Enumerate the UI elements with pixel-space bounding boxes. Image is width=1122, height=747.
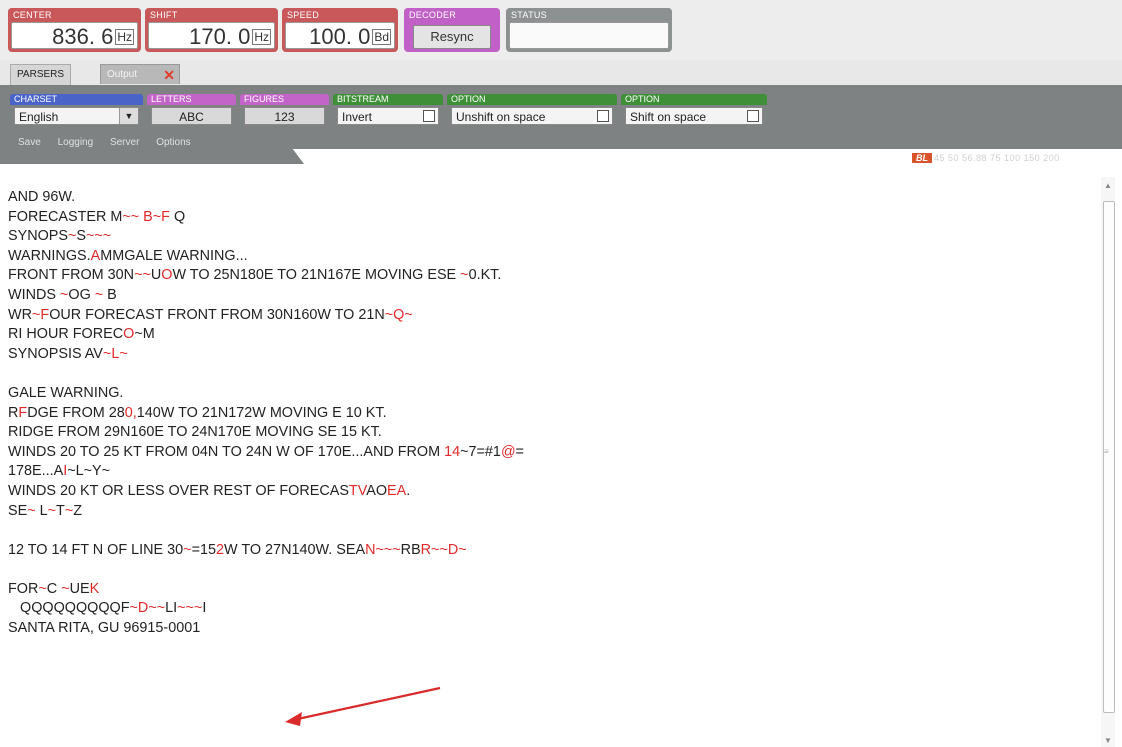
arrow-shaft [292, 686, 441, 722]
annotation-arrow [285, 686, 441, 726]
arrow-head-icon [285, 712, 302, 726]
